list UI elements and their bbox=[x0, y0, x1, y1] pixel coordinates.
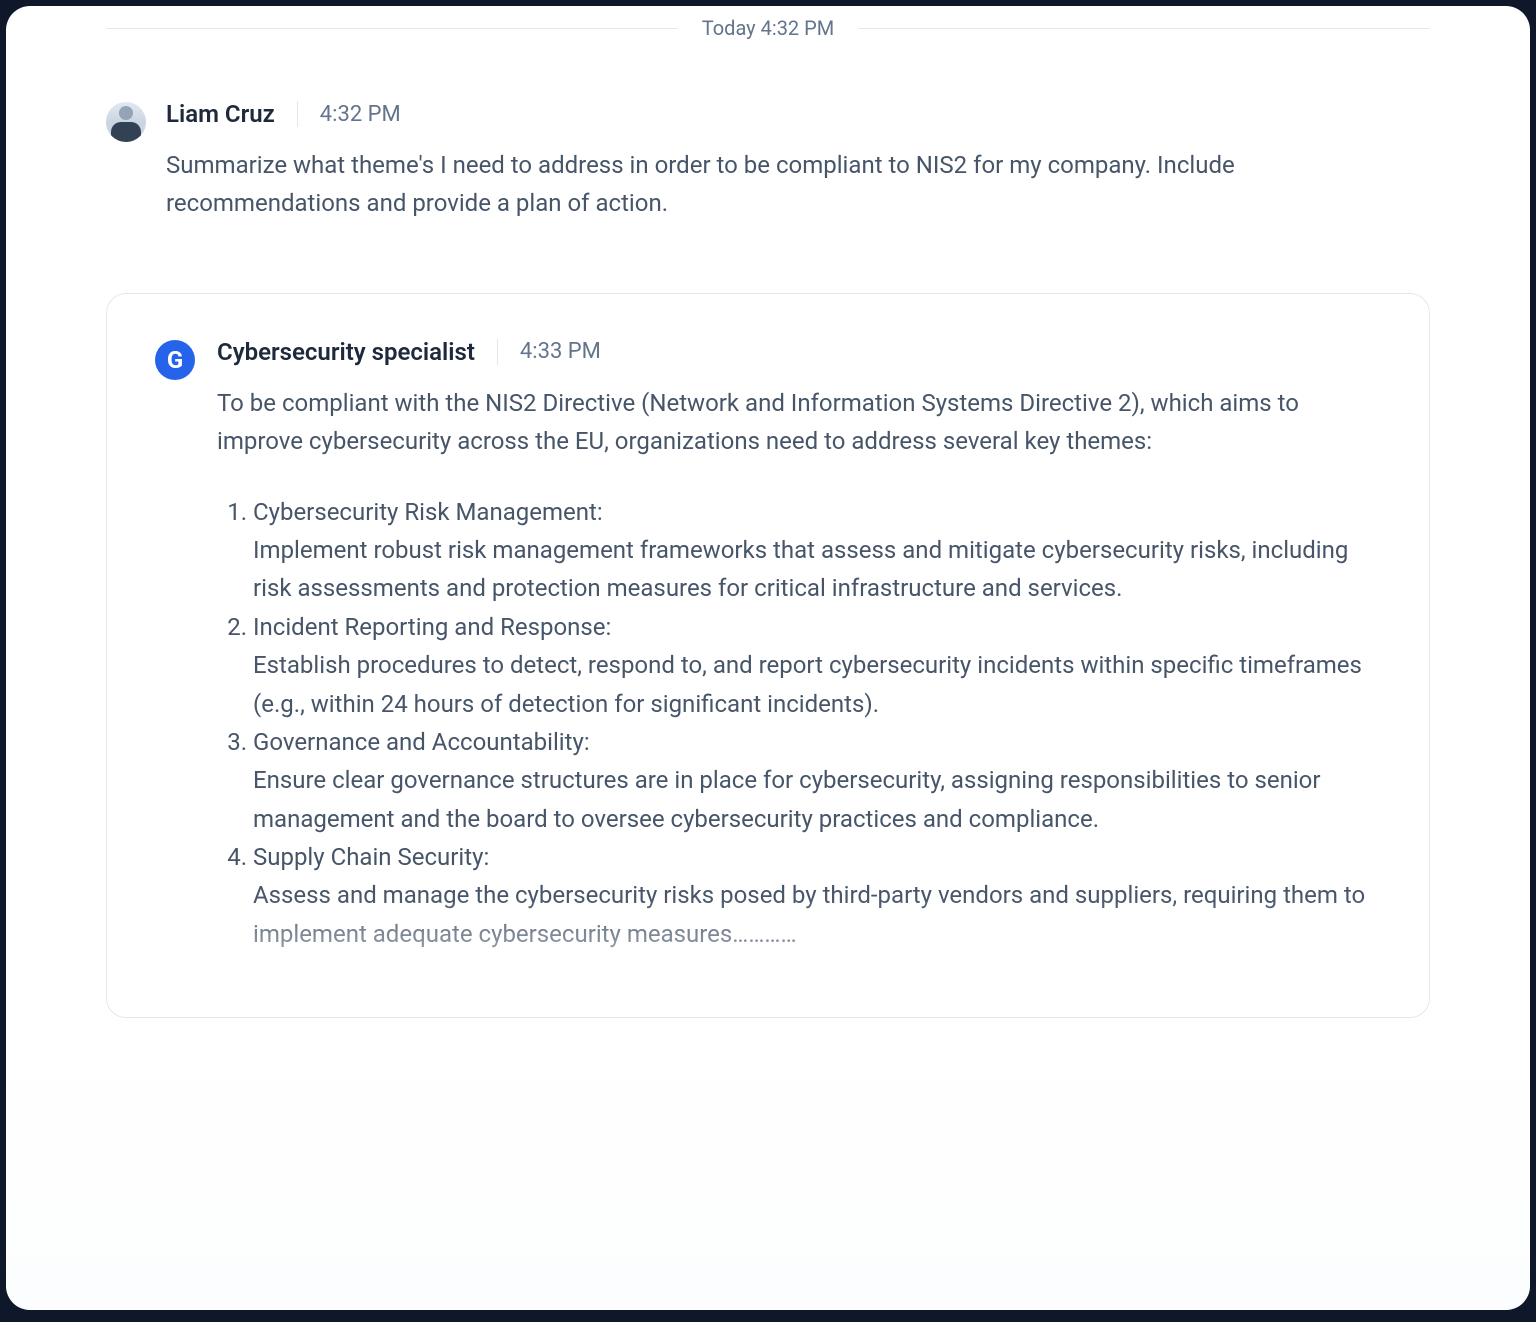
assistant-message-card: G Cybersecurity specialist 4:33 PM To be… bbox=[106, 293, 1430, 1018]
theme-description: Assess and manage the cybersecurity risk… bbox=[253, 876, 1381, 953]
message-body: Summarize what theme's I need to address… bbox=[166, 146, 1430, 223]
bot-avatar-letter: G bbox=[167, 346, 183, 374]
message-header: Liam Cruz 4:32 PM bbox=[166, 100, 1430, 128]
bot-avatar-icon[interactable]: G bbox=[155, 340, 195, 380]
message-intro: To be compliant with the NIS2 Directive … bbox=[217, 384, 1381, 461]
theme-description: Establish procedures to detect, respond … bbox=[253, 646, 1381, 723]
list-item: Governance and Accountability: Ensure cl… bbox=[253, 723, 1381, 838]
avatar[interactable] bbox=[106, 102, 146, 142]
sender-name: Cybersecurity specialist bbox=[217, 338, 475, 366]
separator bbox=[297, 101, 298, 127]
sender-name: Liam Cruz bbox=[166, 100, 275, 128]
separator-line bbox=[106, 28, 678, 29]
message-body: To be compliant with the NIS2 Directive … bbox=[217, 384, 1381, 953]
message-timestamp: 4:32 PM bbox=[320, 102, 401, 127]
date-separator-label: Today 4:32 PM bbox=[702, 16, 834, 40]
separator-line bbox=[858, 28, 1430, 29]
list-item: Cybersecurity Risk Management: Implement… bbox=[253, 493, 1381, 608]
theme-title: Incident Reporting and Response: bbox=[253, 613, 611, 641]
user-message: Liam Cruz 4:32 PM Summarize what theme's… bbox=[106, 100, 1430, 223]
theme-description: Ensure clear governance structures are i… bbox=[253, 761, 1381, 838]
date-separator: Today 4:32 PM bbox=[106, 14, 1430, 100]
themes-list: Cybersecurity Risk Management: Implement… bbox=[217, 493, 1381, 954]
separator bbox=[497, 339, 498, 365]
theme-title: Supply Chain Security: bbox=[253, 843, 489, 871]
theme-title: Governance and Accountability: bbox=[253, 728, 590, 756]
chat-panel: Today 4:32 PM Liam Cruz 4:32 PM Summariz… bbox=[6, 6, 1530, 1310]
message-header: Cybersecurity specialist 4:33 PM bbox=[217, 338, 1381, 366]
theme-title: Cybersecurity Risk Management: bbox=[253, 498, 603, 526]
list-item: Supply Chain Security: Assess and manage… bbox=[253, 838, 1381, 953]
theme-description: Implement robust risk management framewo… bbox=[253, 531, 1381, 608]
list-item: Incident Reporting and Response: Establi… bbox=[253, 608, 1381, 723]
message-timestamp: 4:33 PM bbox=[520, 339, 601, 364]
